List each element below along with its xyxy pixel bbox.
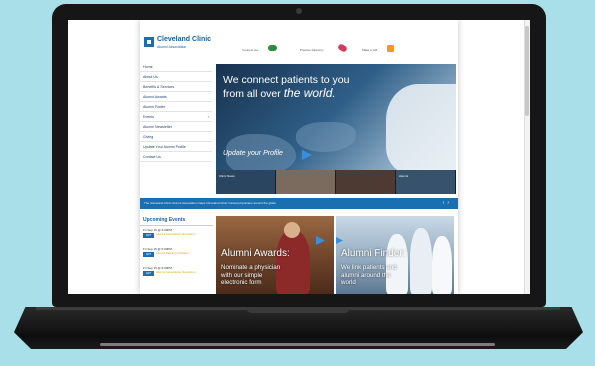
gift-icon[interactable] [387,45,394,52]
site-header: Cleveland Clinic Alumni Association Conn… [140,20,458,62]
nav-item-awards[interactable]: Alumni Awards [140,92,212,102]
header-link-gift[interactable]: Make a Gift [362,48,377,52]
ticker-controls: ‹› [443,200,452,206]
doctor-photo [386,84,456,174]
scrollbar[interactable] [524,20,530,294]
handshake-icon[interactable] [268,45,277,51]
world-map-shape [296,122,356,152]
promo-text: Nominate a physician with our simple ele… [221,264,281,286]
play-arrow-icon[interactable] [302,150,312,160]
cleveland-clinic-logo-icon[interactable] [144,37,154,47]
logo-subtitle: Alumni Association [157,45,187,49]
webcam-icon [296,8,302,14]
event-name[interactable]: Alumni Meeting Chicago [156,251,212,255]
event-name[interactable]: Alumni Association Reception [156,270,212,274]
hero-headline-line1: We connect patients to you [223,74,350,86]
upcoming-events: Upcoming Events Fri Sep 15 @ 6:00PM ART … [140,215,213,294]
nav-item-finder[interactable]: Alumni Finder [140,102,212,112]
nav-item-giving[interactable]: Giving [140,132,212,142]
nav-item-contact[interactable]: Contact Us [140,152,212,162]
ticker-bar: The Cleveland Clinic Alumni Association … [140,198,458,209]
hero-thumbnail[interactable]: Alumni [396,170,456,194]
physician-photo [276,230,310,294]
side-nav: Home About Us Benefits & Services Alumni… [140,62,212,202]
alumni-photo [410,228,432,294]
thumbnail-label: Alumni [399,174,409,178]
hero-headline-emphasis: the world. [283,86,336,100]
alumni-awards-promo[interactable]: Alumni Awards: Nominate a physician with… [216,216,334,294]
nav-item-newsletter[interactable]: Alumni Newsletter [140,122,212,132]
hero-headline-line2: from all over [223,88,284,100]
hero-banner[interactable]: We connect patients to you from all over… [216,64,456,194]
thumbnail-label: Clinic News [219,174,235,178]
hero-thumbnail[interactable] [276,170,336,194]
alumni-photo [432,236,452,294]
nav-item-benefits[interactable]: Benefits & Services [140,82,212,92]
laptop-bezel: Cleveland Clinic Alumni Association Conn… [52,4,546,307]
nav-item-events[interactable]: Events › [140,112,212,122]
logo-name[interactable]: Cleveland Clinic [157,36,211,43]
events-title: Upcoming Events [140,215,213,226]
promo-title: Alumni Finder: [341,248,406,259]
hero-thumbnail[interactable] [336,170,396,194]
nav-item-events-label: Events [143,115,154,119]
laptop-screen: Cleveland Clinic Alumni Association Conn… [68,20,530,294]
event-tag: ART [143,252,154,257]
header-link-directory[interactable]: Practice Directory [300,48,324,52]
nav-item-about[interactable]: About Us [140,72,212,82]
alumni-finder-promo[interactable]: Alumni Finder: We link patients and alum… [336,216,454,294]
web-page: Cleveland Clinic Alumni Association Conn… [140,20,458,294]
event-name[interactable]: Alumni Association Reception [156,232,212,236]
event-item[interactable]: Fri Sep 15 @ 6:00PM ART Alumni Associati… [143,228,210,245]
play-arrow-icon[interactable] [316,236,325,245]
scroll-thumb[interactable] [525,26,529,116]
hero-headline: We connect patients to you from all over… [223,74,373,101]
nav-item-update-profile[interactable]: Update Your Alumni Profile [140,142,212,152]
promo-text: We link patients and alumni around the w… [341,264,397,286]
update-profile-link[interactable]: Update your Profile [223,150,283,157]
physician-photo [284,222,300,238]
event-item[interactable]: Fri Sep 15 @ 6:00PM ART Alumni Meeting C… [143,247,210,264]
nav-item-home[interactable]: Home [140,62,212,72]
hero-thumbnails: Clinic News Alumni [216,170,456,194]
hero-thumbnail[interactable]: Clinic News [216,170,276,194]
play-arrow-icon[interactable] [336,236,343,245]
event-tag: ART [143,233,154,238]
pen-icon[interactable] [337,43,348,53]
header-link-connect[interactable]: Connect via [242,48,258,52]
event-item[interactable]: Fri Sep 15 @ 6:00PM ART Alumni Associati… [143,266,210,283]
event-tag: ART [143,271,154,276]
laptop-notch [246,307,350,313]
chevron-right-icon: › [207,114,209,119]
ticker-text: The Cleveland Clinic Alumni Association … [144,201,276,205]
chevron-right-icon[interactable]: › [447,200,452,206]
laptop-base-highlight [100,343,495,346]
promo-title: Alumni Awards: [221,248,290,259]
